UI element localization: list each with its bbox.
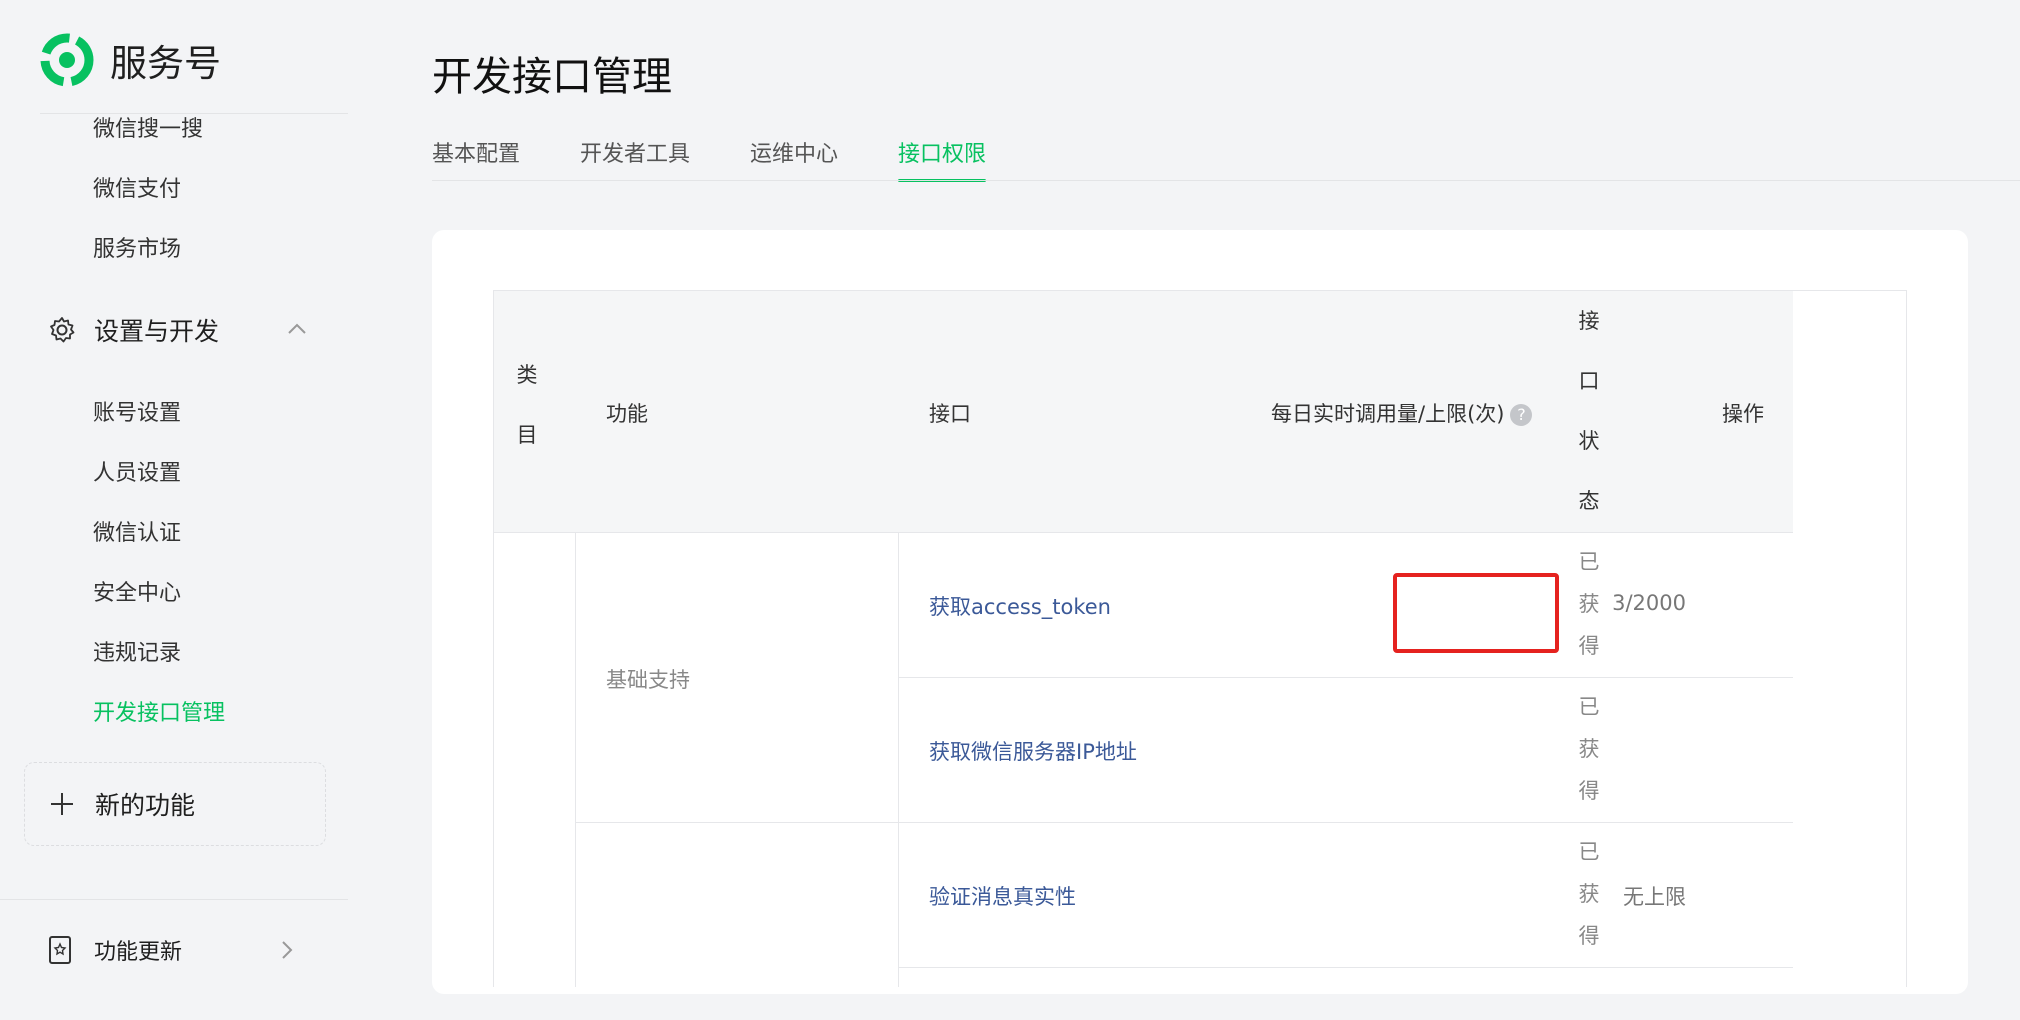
help-question-icon[interactable]: ? [1510,404,1533,426]
tab-ops-center[interactable]: 运维中心 [750,140,838,182]
tab-api-permissions[interactable]: 接口权限 [898,140,987,182]
page-title: 开发接口管理 [432,54,672,100]
sidebar-item-member-settings[interactable]: 人员设置 [93,455,181,487]
new-feature-label: 新的功能 [95,791,196,820]
grid-line [898,677,1793,678]
tab-developer-tools[interactable]: 开发者工具 [580,140,690,182]
sidebar-item-security-center[interactable]: 安全中心 [93,575,181,607]
feature-update-link[interactable]: 功能更新 [48,932,298,968]
quota-value: 无上限 [1623,885,1686,909]
divider [0,899,348,900]
chevron-up-icon [288,323,306,334]
status-cell: 已获得 [1578,550,1600,658]
function-cell: 基础支持 [606,668,690,692]
new-feature-button[interactable]: 新的功能 [24,762,326,846]
chevron-right-icon [282,941,293,959]
grid-line [575,822,1793,823]
header-quota-label: 每日实时调用量/上限(次) [1271,402,1505,426]
sidebar-item-dev-api-management[interactable]: 开发接口管理 [93,695,225,727]
api-permission-table: 类目 功能 接口 每日实时调用量/上限(次)? 接口状态 操作 基础支持 获取a… [493,290,1907,987]
sidebar-item-violation-record[interactable]: 违规记录 [93,635,181,667]
header-status: 接口状态 [1578,309,1600,513]
brand-name: 服务号 [110,42,221,85]
tab-basic-config[interactable]: 基本配置 [432,140,520,182]
quota-highlight-box [1393,573,1559,653]
status-cell: 已获得 [1578,840,1600,948]
header-category: 类目 [516,363,538,447]
api-link-server-ip[interactable]: 获取微信服务器IP地址 [929,736,1137,766]
api-link-verify-message[interactable]: 验证消息真实性 [929,881,1076,911]
bottom-strip [0,994,2020,1020]
sidebar-item-weixin-pay[interactable]: 微信支付 [93,171,181,203]
sidebar: 服务号 微信搜一搜 微信支付 服务市场 设置与开发 账号设置 人员设置 微信认证… [0,0,348,1020]
sidebar-item-account-settings[interactable]: 账号设置 [93,395,181,427]
sidebar-item-weixin-search[interactable]: 微信搜一搜 [93,111,203,143]
feature-update-label: 功能更新 [94,940,183,965]
api-link-access-token[interactable]: 获取access_token [929,591,1111,621]
header-action: 操作 [1722,402,1764,426]
update-doc-icon [49,936,71,964]
sidebar-group-settings-dev[interactable]: 设置与开发 [48,310,308,350]
sidebar-item-weixin-verify[interactable]: 微信认证 [93,515,181,547]
header-function: 功能 [606,402,648,426]
status-cell: 已获得 [1578,695,1600,803]
tab-divider [432,180,2020,181]
sidebar-item-service-market[interactable]: 服务市场 [93,231,181,263]
sidebar-group-label: 设置与开发 [94,317,220,346]
grid-line [898,532,899,987]
brand-logo[interactable]: 服务号 [40,28,221,92]
plus-icon [51,793,73,815]
gear-icon [50,317,75,343]
grid-line [898,967,1793,968]
grid-line [575,532,576,987]
table-header: 类目 功能 接口 每日实时调用量/上限(次)? 接口状态 操作 [494,291,1793,533]
tab-bar: 基本配置 开发者工具 运维中心 接口权限 [432,140,1046,182]
header-quota: 每日实时调用量/上限(次)? [1271,398,1533,428]
header-api: 接口 [929,402,971,426]
service-account-logo-icon [40,33,94,87]
